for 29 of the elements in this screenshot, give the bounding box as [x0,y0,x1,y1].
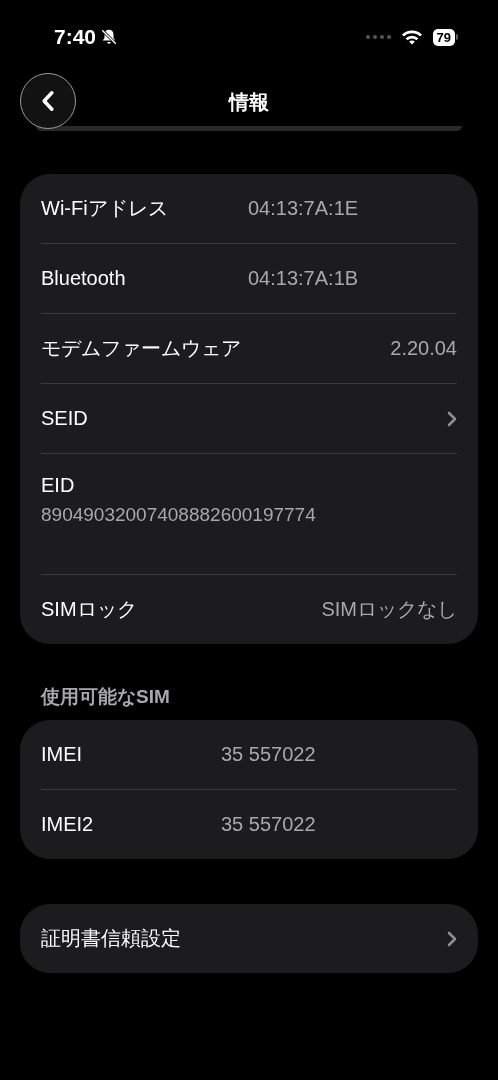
settings-row[interactable]: 証明書信頼設定 [41,904,457,973]
row-label: IMEI2 [41,813,95,836]
bell-slash-icon [100,28,119,46]
chevron-icon [447,930,457,947]
row-label: IMEI [41,743,84,766]
row-value: 2.20.04 [390,337,457,360]
page-title: 情報 [229,89,269,115]
settings-row[interactable]: SEID [41,384,457,453]
row-label: モデムファームウェア [41,336,241,361]
row-label: 証明書信頼設定 [41,926,181,951]
chevron-icon [447,410,457,427]
row-value: 89049032007408882600197774 [41,504,316,526]
row-label: Bluetooth [41,267,127,290]
row-value: 35 557022 [221,813,316,836]
row-label: Wi-Fiアドレス [41,196,169,221]
back-button[interactable] [20,73,76,129]
row-value: 04:13:7A:1B [248,267,359,290]
clock-time: 7:40 [54,25,97,49]
section-header: 使用可能なSIM [39,685,171,709]
row-label: EID [41,474,75,497]
row-label: SEID [41,407,88,430]
back-icon [41,90,55,112]
row-value: SIMロックなし [321,597,457,622]
wifi-icon [400,29,423,45]
row-value: 04:13:7A:1E [248,197,359,220]
row-label: SIMロック [41,597,137,622]
row-value: 35 557022 [221,743,316,766]
battery-icon: 79 [432,28,458,46]
signal-icon [364,34,391,40]
